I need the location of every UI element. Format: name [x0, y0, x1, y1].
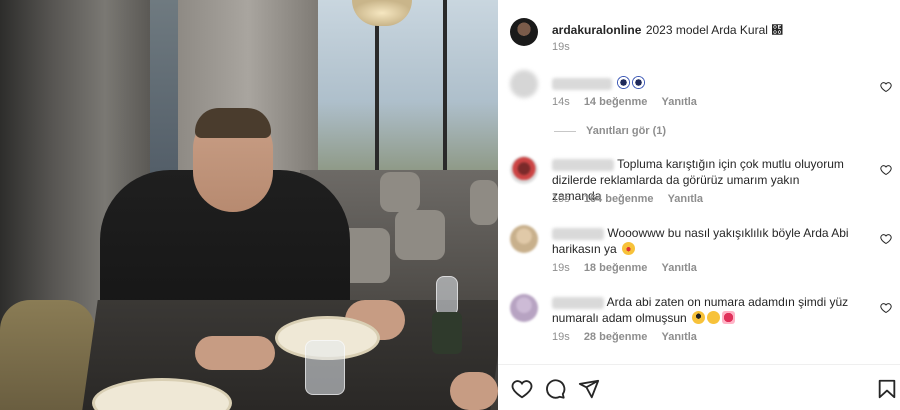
avatar[interactable]	[510, 294, 538, 322]
heart-icon[interactable]	[880, 302, 892, 314]
comment-likes[interactable]: 164 beğenme	[584, 193, 654, 205]
reply-button[interactable]: Yanıtla	[661, 96, 696, 108]
photo-chair-front	[0, 300, 95, 410]
bookmark-icon[interactable]	[876, 378, 898, 400]
photo-chair	[380, 172, 420, 212]
comment-meta: 14s 14 beğenme Yanıtla	[552, 96, 708, 108]
caption-line: ardakuralonline 2023 model Arda Kural ฀	[552, 21, 783, 39]
photo-bottle	[432, 312, 462, 354]
eyes-emoji	[617, 76, 631, 89]
comment-meta: 19s 28 beğenme Yanıtla	[552, 331, 708, 343]
photo-hand	[195, 336, 275, 370]
photo-person-hair	[195, 108, 271, 138]
heart-ribbon-emoji	[722, 311, 736, 324]
comment-likes[interactable]: 14 beğenme	[584, 96, 648, 108]
comment-meta: 19s 164 beğenme Yanıtla	[552, 193, 714, 205]
comment-time: 19s	[552, 331, 570, 343]
photo-hand	[450, 372, 498, 410]
comment-body: Wooowww bu nasıl yakışıklılık böyle Arda…	[552, 225, 852, 257]
share-icon[interactable]	[578, 378, 600, 400]
comment-username[interactable]	[552, 227, 604, 240]
photo-chair	[395, 210, 445, 260]
comment-meta: 19s 18 beğenme Yanıtla	[552, 262, 708, 274]
post-header: ardakuralonline 2023 model Arda Kural ฀ …	[498, 0, 900, 60]
smirk-emoji	[707, 311, 721, 324]
heart-icon[interactable]	[880, 164, 892, 176]
avatar[interactable]	[510, 156, 538, 184]
avatar[interactable]	[510, 18, 538, 46]
comment-likes[interactable]: 28 beğenme	[584, 331, 648, 343]
caption-username[interactable]: ardakuralonline	[552, 23, 641, 37]
comment-username[interactable]	[552, 158, 614, 171]
divider	[554, 130, 576, 132]
photo-chair	[470, 180, 498, 225]
comment-username[interactable]	[552, 296, 604, 309]
star-struck-emoji	[622, 242, 636, 255]
reply-button[interactable]: Yanıtla	[661, 262, 696, 274]
reply-button[interactable]: Yanıtla	[661, 331, 696, 343]
comment-body: Arda abi zaten on numara adamdın şimdi y…	[552, 294, 852, 326]
photo-window	[315, 0, 498, 170]
photo-glass	[305, 340, 345, 395]
comment-username[interactable]	[552, 77, 612, 90]
post-time: 19s	[552, 41, 570, 53]
avatar[interactable]	[510, 70, 538, 98]
comment-likes[interactable]: 18 beğenme	[584, 262, 648, 274]
comment-time: 19s	[552, 193, 570, 205]
caption-text: 2023 model Arda Kural ฀	[645, 23, 784, 37]
avatar[interactable]	[510, 225, 538, 253]
heart-icon[interactable]	[880, 81, 892, 93]
eyes-emoji	[632, 76, 646, 89]
comment-body	[552, 75, 852, 91]
post-photo[interactable]	[0, 0, 498, 410]
view-replies-button[interactable]: Yanıtları gör (1)	[554, 125, 666, 137]
post-panel: ardakuralonline 2023 model Arda Kural ฀ …	[498, 0, 900, 410]
view-replies-label: Yanıtları gör (1)	[586, 125, 667, 137]
comment-time: 14s	[552, 96, 570, 108]
photo-glass	[436, 276, 458, 316]
heart-icon[interactable]	[511, 378, 533, 400]
heart-icon[interactable]	[880, 233, 892, 245]
comment-time: 19s	[552, 262, 570, 274]
comment-icon[interactable]	[544, 378, 566, 400]
sunglasses-emoji	[692, 311, 706, 324]
reply-button[interactable]: Yanıtla	[668, 193, 703, 205]
action-bar	[498, 364, 900, 410]
